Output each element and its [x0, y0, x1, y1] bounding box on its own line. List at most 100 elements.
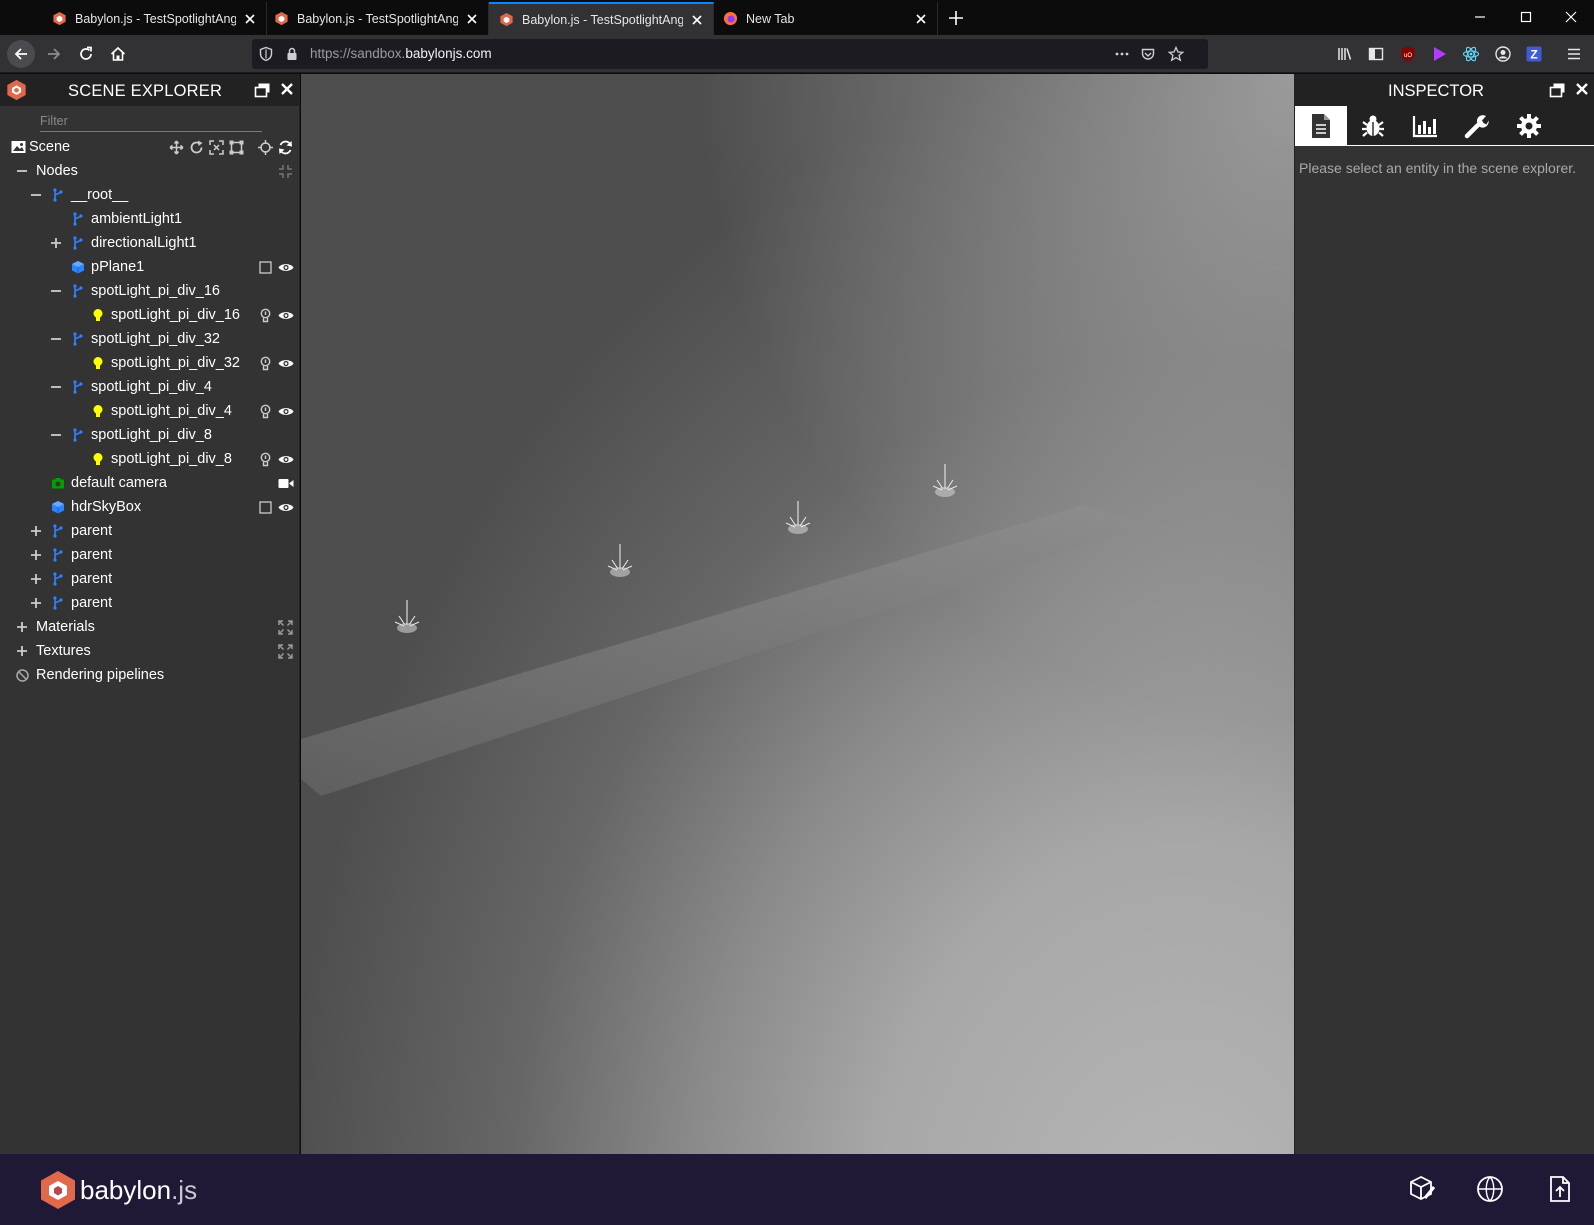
react-devtools-icon[interactable]	[1462, 45, 1480, 63]
hamburger-menu-icon[interactable]	[1565, 45, 1583, 63]
tab-properties[interactable]	[1295, 106, 1347, 146]
browser-tab[interactable]: Babylon.js - TestSpotlightAngle	[42, 2, 267, 35]
lock-icon[interactable]	[284, 46, 300, 62]
ublock-icon[interactable]: uO	[1399, 45, 1417, 63]
pocket-icon[interactable]	[1140, 46, 1156, 62]
minimize-window-icon[interactable]	[1472, 9, 1488, 25]
babylon-brand-text[interactable]: babylon.js	[80, 1175, 197, 1206]
home-button[interactable]	[105, 41, 131, 67]
visibility-eye-icon[interactable]	[278, 356, 294, 371]
visibility-eye-icon[interactable]	[278, 452, 294, 467]
rotate-gizmo-icon[interactable]	[189, 140, 204, 155]
expand-icon[interactable]	[30, 525, 42, 537]
shield-icon[interactable]	[258, 46, 274, 62]
active-camera-icon[interactable]	[278, 476, 294, 491]
tree-item-spotlight-pi-div-8-node[interactable]: spotLight_pi_div_8	[0, 423, 300, 447]
browser-tab-active[interactable]: Babylon.js - TestSpotlightAngle	[489, 2, 714, 35]
expand-icon[interactable]	[30, 549, 42, 561]
tree-item-spotlight-pi-div-32-node[interactable]: spotLight_pi_div_32	[0, 327, 300, 351]
visibility-eye-icon[interactable]	[278, 404, 294, 419]
filter-field[interactable]	[40, 112, 262, 132]
collapse-icon[interactable]	[50, 429, 62, 441]
inspector-toggle-icon[interactable]	[1407, 1174, 1437, 1204]
sidebar-icon[interactable]	[1367, 45, 1385, 63]
browser-tab[interactable]: New Tab	[713, 2, 938, 35]
close-tab-icon[interactable]	[242, 11, 258, 27]
tree-item-directionallight1[interactable]: directionalLight1	[0, 231, 300, 255]
picking-crosshair-icon[interactable]	[258, 140, 273, 155]
account-icon[interactable]	[1494, 45, 1512, 63]
visibility-eye-icon[interactable]	[278, 260, 294, 275]
tree-item-spotlight-pi-div-32-light[interactable]: spotLight_pi_div_32	[0, 351, 300, 375]
tree-item-parent[interactable]: parent	[0, 519, 300, 543]
tree-item-spotlight-pi-div-8-light[interactable]: spotLight_pi_div_8	[0, 447, 300, 471]
bounding-box-gizmo-icon[interactable]	[229, 140, 244, 155]
scale-gizmo-icon[interactable]	[209, 140, 224, 155]
tree-item-root[interactable]: __root__	[0, 183, 300, 207]
collapse-icon[interactable]	[16, 165, 28, 177]
close-window-icon[interactable]	[1563, 9, 1579, 25]
tab-debug[interactable]	[1347, 106, 1399, 146]
light-gizmo-toggle-icon[interactable]	[258, 308, 273, 323]
tree-item-spotlight-pi-div-4-light[interactable]: spotLight_pi_div_4	[0, 399, 300, 423]
undock-icon[interactable]	[254, 82, 271, 98]
close-icon[interactable]	[1575, 82, 1589, 96]
tree-item-materials[interactable]: Materials	[0, 615, 300, 639]
collapse-all-icon[interactable]	[278, 164, 293, 179]
library-icon[interactable]	[1336, 45, 1354, 63]
close-tab-icon[interactable]	[464, 11, 480, 27]
undock-icon[interactable]	[1549, 82, 1566, 98]
environment-icon[interactable]	[1475, 1174, 1505, 1204]
close-icon[interactable]	[280, 82, 294, 96]
bookmark-star-icon[interactable]	[1168, 46, 1184, 62]
close-tab-icon[interactable]	[913, 11, 929, 27]
expand-icon[interactable]	[30, 573, 42, 585]
scene-row[interactable]: Scene	[0, 135, 300, 159]
tree-item-ambientlight1[interactable]: ambientLight1	[0, 207, 300, 231]
browser-tab[interactable]: Babylon.js - TestSpotlightAngle	[264, 2, 489, 35]
translate-gizmo-icon[interactable]	[169, 140, 184, 155]
collapse-icon[interactable]	[50, 381, 62, 393]
tree-item-parent[interactable]: parent	[0, 543, 300, 567]
tree-item-textures[interactable]: Textures	[0, 639, 300, 663]
tab-settings[interactable]	[1503, 106, 1555, 146]
expand-icon[interactable]	[50, 237, 62, 249]
light-gizmo-toggle-icon[interactable]	[258, 404, 273, 419]
filter-input[interactable]	[40, 112, 262, 130]
babylon-logo-icon[interactable]	[40, 1170, 76, 1210]
tree-item-pplane1[interactable]: pPlane1	[0, 255, 300, 279]
tab-statistics[interactable]	[1399, 106, 1451, 146]
expand-icon[interactable]	[30, 597, 42, 609]
open-file-icon[interactable]	[1545, 1174, 1575, 1204]
tab-tools[interactable]	[1451, 106, 1503, 146]
back-button[interactable]	[7, 40, 35, 68]
tree-item-rendering-pipelines[interactable]: Rendering pipelines	[0, 663, 300, 687]
reload-button[interactable]	[73, 41, 99, 67]
expand-icon[interactable]	[16, 645, 28, 657]
bounding-box-toggle-icon[interactable]	[258, 260, 273, 275]
light-gizmo-toggle-icon[interactable]	[258, 356, 273, 371]
tree-item-parent[interactable]: parent	[0, 591, 300, 615]
collapse-icon[interactable]	[50, 333, 62, 345]
collapse-icon[interactable]	[50, 285, 62, 297]
address-bar[interactable]: https://sandbox.babylonjs.com	[252, 39, 1208, 69]
new-tab-icon[interactable]	[946, 8, 966, 28]
tree-item-spotlight-pi-div-4-node[interactable]: spotLight_pi_div_4	[0, 375, 300, 399]
maximize-window-icon[interactable]	[1518, 9, 1534, 25]
tree-item-nodes[interactable]: Nodes	[0, 159, 300, 183]
tree-item-hdrskybox[interactable]: hdrSkyBox	[0, 495, 300, 519]
tree-item-spotlight-pi-div-16-node[interactable]: spotLight_pi_div_16	[0, 279, 300, 303]
close-tab-icon[interactable]	[689, 12, 705, 28]
play-extension-icon[interactable]	[1430, 45, 1448, 63]
expand-icon[interactable]	[16, 621, 28, 633]
light-gizmo-toggle-icon[interactable]	[258, 452, 273, 467]
tree-item-spotlight-pi-div-16-light[interactable]: spotLight_pi_div_16	[0, 303, 300, 327]
refresh-icon[interactable]	[278, 140, 293, 155]
expand-all-icon[interactable]	[278, 620, 293, 635]
bounding-box-toggle-icon[interactable]	[258, 500, 273, 515]
tree-item-parent[interactable]: parent	[0, 567, 300, 591]
expand-all-icon[interactable]	[278, 644, 293, 659]
forward-button[interactable]	[41, 41, 67, 67]
visibility-eye-icon[interactable]	[278, 500, 294, 515]
visibility-eye-icon[interactable]	[278, 308, 294, 323]
